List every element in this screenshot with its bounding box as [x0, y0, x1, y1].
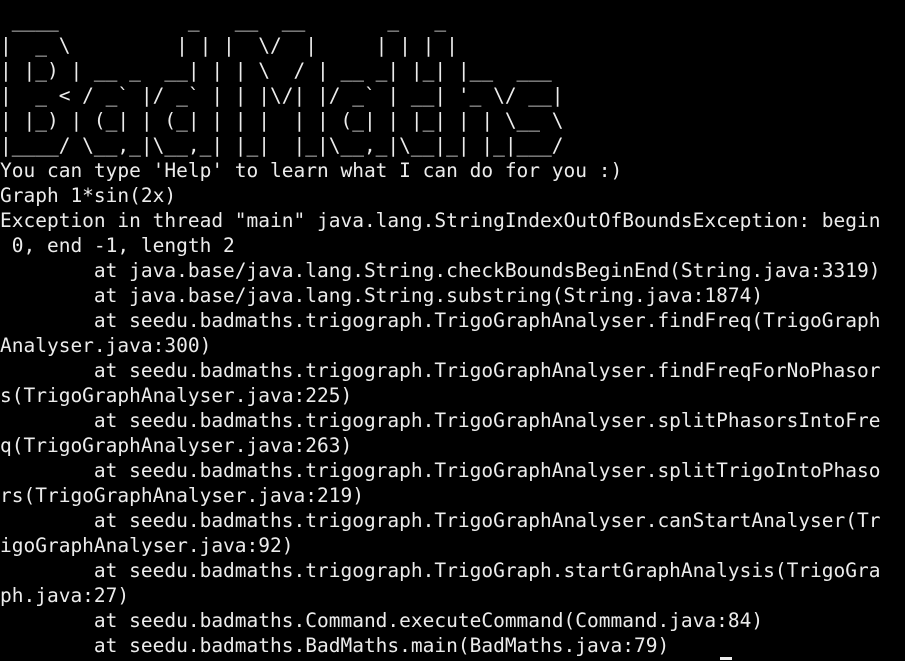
terminal-output-line: at seedu.badmaths.BadMaths.main(BadMaths…: [0, 634, 670, 657]
ascii-banner-line: | |_) | __ _ __| | | \ / | __ _| |_| |__…: [0, 59, 552, 82]
terminal-output-line: s(TrigoGraphAnalyser.java:225): [0, 384, 353, 407]
ascii-banner-line: ____ _ __ __ _ _: [0, 9, 447, 32]
terminal-output-line: at seedu.badmaths.trigograph.TrigoGraphA…: [0, 459, 881, 482]
terminal-output-line: q(TrigoGraphAnalyser.java:263): [0, 434, 353, 457]
terminal-output-line: at seedu.badmaths.trigograph.TrigoGraphA…: [0, 509, 881, 532]
terminal-output-line: Analyser.java:300): [0, 334, 212, 357]
terminal-output-line: at java.base/java.lang.String.substring(…: [0, 284, 764, 307]
terminal-output-line: rs(TrigoGraphAnalyser.java:219): [0, 484, 364, 507]
terminal-output-line: You can type 'Help' to learn what I can …: [0, 159, 623, 182]
terminal-output-line: igoGraphAnalyser.java:92): [0, 534, 294, 557]
terminal-output-line: 0, end -1, length 2: [0, 234, 235, 257]
terminal-output-line: at seedu.badmaths.Command.executeCommand…: [0, 609, 764, 632]
ascii-banner-line: | |_) | (_| | (_| | | | | | (_| | |_| | …: [0, 109, 564, 132]
ascii-banner-line: | _ \ | | | \/ | | | | |: [0, 34, 458, 57]
ascii-banner-line: | _ < / _` |/ _` | | |\/| |/ _` | __| '_…: [0, 84, 564, 107]
text-cursor: [720, 657, 732, 660]
terminal-output-line: Exception in thread "main" java.lang.Str…: [0, 209, 881, 232]
terminal-window[interactable]: ____ _ __ __ _ _ | _ \ | | | \/ | | | | |…: [0, 0, 905, 661]
terminal-output-line: ph.java:27): [0, 584, 130, 607]
terminal-output-line: at seedu.badmaths.trigograph.TrigoGraph.…: [0, 559, 881, 582]
ascii-banner-line: |____/ \__,_|\__,_| |_| |_|\__,_|\__|_| …: [0, 134, 564, 157]
terminal-output-line: at seedu.badmaths.trigograph.TrigoGraphA…: [0, 309, 881, 332]
terminal-output-line: at java.base/java.lang.String.checkBound…: [0, 259, 881, 282]
terminal-output-line: Graph 1*sin(2x): [0, 184, 177, 207]
terminal-output-line: at seedu.badmaths.trigograph.TrigoGraphA…: [0, 409, 881, 432]
terminal-output-line: at seedu.badmaths.trigograph.TrigoGraphA…: [0, 359, 881, 382]
